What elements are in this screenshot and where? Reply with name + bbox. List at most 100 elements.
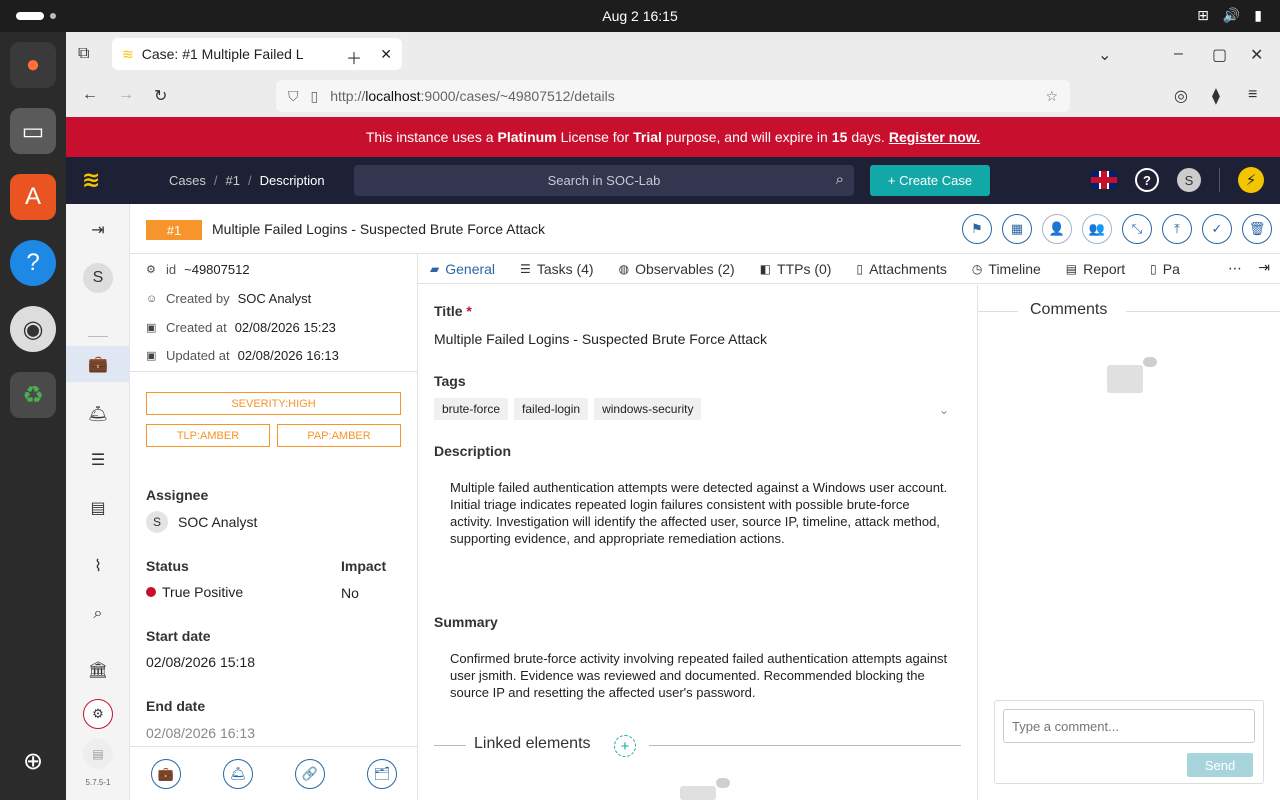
pap-badge[interactable]: PAP:AMBER [277, 424, 401, 447]
procedure-icon[interactable]: ▦ [1002, 214, 1032, 244]
tag[interactable]: brute-force [434, 398, 509, 420]
tab-attachments[interactable]: ▯ Attachments [856, 261, 946, 277]
help-icon[interactable]: ? [10, 240, 56, 286]
forward-icon[interactable]: → [118, 86, 134, 104]
search-icon[interactable]: ⌕ [66, 596, 130, 632]
maximize-icon[interactable]: ▢ [1212, 45, 1227, 65]
status-dot [146, 587, 156, 597]
reload-icon[interactable]: ↻ [154, 86, 167, 106]
new-tab-icon[interactable]: ＋ [346, 45, 362, 69]
app-header: ≋ Cases / #1 / Description Search in SOC… [66, 157, 1280, 204]
org-avatar[interactable]: S [66, 260, 130, 296]
battery-icon[interactable]: ▮ [1254, 7, 1262, 24]
divider [434, 745, 466, 746]
expand-sidebar-icon[interactable]: ⇥ [66, 212, 130, 248]
description-text[interactable]: Multiple failed authentication attempts … [450, 479, 950, 547]
impact-value[interactable]: No [341, 585, 359, 601]
thehive-logo-icon[interactable]: ≋ [82, 167, 112, 195]
status-label: Status [146, 558, 189, 574]
create-case-button[interactable]: + Create Case [870, 165, 990, 196]
alerts-icon[interactable]: 🛎 [66, 396, 130, 432]
trash-icon[interactable]: ♻ [10, 372, 56, 418]
uk-flag-icon[interactable] [1091, 171, 1117, 189]
tab-general[interactable]: ▰ General [430, 261, 495, 277]
case-icon[interactable]: 💼 [151, 758, 181, 789]
search-icon[interactable]: ⌕ [836, 171, 844, 188]
volume-icon[interactable]: 🔊 [1223, 7, 1240, 24]
back-icon[interactable]: ← [82, 86, 98, 104]
network-icon[interactable]: ⊞ [1197, 7, 1209, 24]
merge-icon[interactable]: ⤡ [1122, 214, 1152, 244]
start-date-value[interactable]: 02/08/2026 15:18 [146, 654, 255, 670]
tags-field[interactable]: brute-force failed-login windows-securit… [434, 398, 702, 420]
cortex-icon[interactable]: ⚙ [66, 696, 130, 732]
assignee-field[interactable]: S SOC Analyst [146, 511, 257, 533]
files-icon[interactable]: ▭ [10, 108, 56, 154]
tab-observables[interactable]: ◍ Observables (2) [619, 261, 735, 277]
breadcrumb-cases[interactable]: Cases [169, 173, 206, 188]
search-input[interactable]: Search in SOC-Lab ⌕ [354, 165, 854, 196]
bookmark-star-icon[interactable]: ☆ [1045, 88, 1058, 105]
tab-ttps[interactable]: ◧ TTPs (0) [760, 261, 832, 277]
close-case-icon[interactable]: ✓ [1202, 214, 1232, 244]
tag[interactable]: failed-login [514, 398, 589, 420]
alert-icon[interactable]: 🛎 [223, 758, 253, 789]
license-banner: This instance uses a Platinum License fo… [66, 117, 1280, 157]
tab-timeline[interactable]: ◷ Timeline [972, 261, 1041, 277]
assign-user-icon[interactable]: 👤 [1042, 214, 1072, 244]
dashboard-icon[interactable]: ⌇ [66, 548, 130, 584]
cases-icon[interactable]: 💼 [66, 346, 130, 382]
tab-pages[interactable]: ▯ Pa [1150, 261, 1180, 277]
account-icon[interactable]: ◎ [1174, 86, 1188, 106]
tlp-badge[interactable]: TLP:AMBER [146, 424, 270, 447]
export-icon[interactable]: ⤒ [1162, 214, 1192, 244]
tab-report[interactable]: ▤ Report [1066, 261, 1125, 277]
knowledge-icon[interactable]: ▤ [66, 490, 130, 526]
tab-tasks[interactable]: ☰ Tasks (4) [520, 261, 594, 277]
menu-icon[interactable]: ≡ [1248, 86, 1257, 104]
chat-icon[interactable]: ▤ [66, 736, 130, 772]
more-tabs-icon[interactable]: ⋯ [1228, 260, 1242, 277]
add-linked-element-icon[interactable]: + [614, 735, 636, 757]
summary-text[interactable]: Confirmed brute-force activity involving… [450, 650, 950, 701]
disc-icon[interactable]: ◉ [10, 306, 56, 352]
comment-input[interactable] [1003, 709, 1255, 743]
app-center-icon[interactable]: A [10, 174, 56, 220]
end-date-value[interactable]: 02/08/2026 16:13 [146, 725, 255, 741]
folder-icon[interactable]: 🗂 [367, 758, 397, 789]
register-now-link[interactable]: Register now. [889, 129, 980, 145]
case-id-row: ⚙ id ~49807512 [146, 262, 250, 277]
help-icon[interactable]: ? [1135, 168, 1159, 192]
breadcrumb-case[interactable]: #1 [225, 173, 239, 188]
tasks-icon[interactable]: ☰ [66, 442, 130, 478]
minimize-icon[interactable]: – [1174, 45, 1183, 63]
delete-icon[interactable]: 🗑 [1242, 214, 1272, 244]
firefox-icon[interactable]: ● [10, 42, 56, 88]
system-clock[interactable]: Aug 2 16:15 [0, 8, 1280, 24]
collapse-panel-icon[interactable]: ⇥ [1258, 259, 1270, 276]
tab-overflow-chevron-down-icon[interactable]: ⌄ [1098, 45, 1111, 65]
extensions-icon[interactable]: ⧫ [1212, 86, 1220, 106]
share-icon[interactable]: 👥 [1082, 214, 1112, 244]
close-tab-icon[interactable]: ✕ [380, 46, 392, 63]
impact-label: Impact [341, 558, 387, 574]
close-window-icon[interactable]: ✕ [1250, 45, 1263, 65]
show-apps-icon[interactable]: ⊕ [10, 738, 56, 784]
flag-icon[interactable]: ⚑ [962, 214, 992, 244]
system-tray[interactable]: ⊞ 🔊 ▮ [1197, 7, 1262, 24]
title-value[interactable]: Multiple Failed Logins - Suspected Brute… [434, 331, 767, 347]
severity-badge[interactable]: SEVERITY:HIGH [146, 392, 401, 415]
user-avatar[interactable]: S [1177, 168, 1201, 192]
url-text[interactable]: http://localhost:9000/cases/~49807512/de… [330, 88, 615, 104]
status-field[interactable]: True Positive [146, 584, 243, 600]
side-nav: ⇥ S 💼 🛎 ☰ ▤ ⌇ ⌕ 🏛 ⚙ ▤ 5.7.5-1 [66, 204, 130, 800]
tab-list-icon[interactable]: ⧉ [78, 45, 89, 63]
tag[interactable]: windows-security [594, 398, 702, 420]
organisation-icon[interactable]: 🏛 [66, 652, 130, 688]
url-bar[interactable]: ⛉ ▯ http://localhost:9000/cases/~4980751… [276, 80, 1070, 112]
chevron-down-icon[interactable]: ⌄ [939, 403, 949, 417]
send-button[interactable]: Send [1187, 753, 1253, 777]
link-icon[interactable]: 🔗 [295, 758, 325, 789]
shield-icon[interactable]: ⛉ [288, 88, 299, 105]
lightning-icon[interactable]: ⚡ [1238, 167, 1264, 193]
